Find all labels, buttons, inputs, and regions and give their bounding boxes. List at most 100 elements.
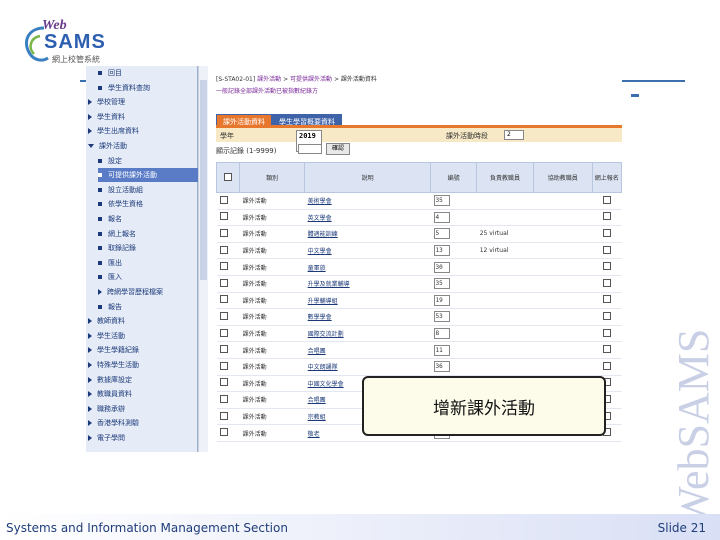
row-checkbox[interactable] [219, 228, 228, 237]
sidebar-item[interactable]: 學生學籍紀錄 [88, 343, 198, 357]
code-input[interactable]: 5 [433, 228, 450, 240]
row-checkbox[interactable] [219, 278, 228, 287]
row-checkbox[interactable] [219, 212, 228, 221]
row-online-cell [592, 358, 622, 376]
activity-link[interactable]: 體適能訓練 [308, 231, 338, 238]
row-checkbox[interactable] [219, 295, 228, 304]
code-input[interactable]: 36 [433, 361, 450, 373]
col-teacher[interactable]: 負責教職員 [476, 162, 534, 193]
activity-link[interactable]: 國際交流計劃 [308, 331, 344, 338]
sidebar-item[interactable]: 設定 [98, 154, 198, 168]
activity-link[interactable]: 宗教組 [308, 414, 326, 421]
code-input[interactable]: 4 [433, 211, 450, 223]
online-checkbox[interactable] [602, 361, 611, 370]
activity-link[interactable]: 數學學會 [308, 314, 332, 321]
online-checkbox[interactable] [602, 195, 611, 204]
row-checkbox[interactable] [219, 345, 228, 354]
activity-link[interactable]: 升學輔導組 [308, 298, 338, 305]
select-all-checkbox[interactable] [224, 172, 233, 181]
activity-link[interactable]: 合唱團 [308, 348, 326, 355]
row-checkbox[interactable] [219, 328, 228, 337]
sidebar-item[interactable]: 匯入 [98, 270, 198, 284]
activity-link[interactable]: 敬老 [308, 431, 320, 438]
sidebar-item-label: 學生學籍紀錄 [97, 346, 139, 355]
online-checkbox[interactable] [602, 328, 611, 337]
sidebar-item[interactable]: 學生出席資料 [88, 124, 198, 138]
watermark-text: WebSAMS [669, 329, 718, 528]
row-checkbox[interactable] [219, 262, 228, 271]
col-category[interactable]: 類別 [239, 162, 306, 193]
row-checkbox[interactable] [219, 428, 228, 437]
activity-link[interactable]: 童軍旅 [308, 265, 326, 272]
activity-link[interactable]: 中文朗誦隊 [308, 364, 338, 371]
activity-link[interactable]: 英文學會 [308, 215, 332, 222]
sidebar-item[interactable]: 教職員資料 [88, 387, 198, 401]
sidebar-item[interactable]: 特殊學生活動 [88, 358, 198, 372]
sidebar-item[interactable]: 依學生資格 [98, 197, 198, 211]
row-checkbox[interactable] [219, 245, 228, 254]
sidebar-item[interactable]: 回目 [98, 66, 198, 80]
sidebar-item[interactable]: 學生資料 [88, 110, 198, 124]
sidebar-item[interactable]: 學生活動 [88, 329, 198, 343]
sidebar-item[interactable]: 網上報名 [98, 227, 198, 241]
online-checkbox[interactable] [602, 311, 611, 320]
confirm-button[interactable]: 確認 [326, 143, 351, 155]
sidebar-scrollbar[interactable] [198, 66, 208, 452]
code-input[interactable]: 35 [433, 278, 450, 290]
sidebar-item-label: 匯入 [108, 273, 122, 282]
online-checkbox[interactable] [602, 228, 611, 237]
code-input[interactable]: 11 [433, 344, 450, 356]
bullet-icon [98, 217, 102, 221]
sidebar-item[interactable]: 設立活動組 [98, 183, 198, 197]
code-input[interactable]: 53 [433, 311, 450, 323]
sidebar-item[interactable]: 跨網學習歷程檔案 [98, 285, 198, 299]
sidebar-item[interactable]: 報告 [98, 300, 198, 314]
sidebar-item[interactable]: 匯出 [98, 256, 198, 270]
activity-link[interactable]: 美術學會 [308, 198, 332, 205]
col-code[interactable]: 編號 [430, 162, 478, 193]
code-input[interactable]: 13 [433, 245, 450, 257]
table-row: 課外活動 英文學會 4 [216, 209, 622, 227]
breadcrumb-activities[interactable]: 課外活動 [257, 76, 281, 83]
col-online[interactable]: 網上報名 [591, 162, 622, 193]
row-checkbox[interactable] [219, 195, 228, 204]
sidebar-item[interactable]: 取錄記錄 [98, 241, 198, 255]
activity-link[interactable]: 升學及就業輔導 [308, 281, 350, 288]
row-checkbox[interactable] [219, 361, 228, 370]
sidebar-item[interactable]: 學生資料查詢 [98, 81, 198, 95]
code-input[interactable]: 35 [433, 195, 450, 207]
sidebar-item[interactable]: 教師資料 [88, 314, 198, 328]
sidebar-item[interactable]: 香港學科測驗 [88, 416, 198, 430]
online-checkbox[interactable] [602, 278, 611, 287]
sidebar-item[interactable]: 職務承辦 [88, 402, 198, 416]
row-checkbox[interactable] [219, 378, 228, 387]
activity-link[interactable]: 中國文化學會 [308, 381, 344, 388]
sidebar-item[interactable]: 電子學問 [88, 431, 198, 445]
online-checkbox[interactable] [602, 212, 611, 221]
online-checkbox[interactable] [602, 245, 611, 254]
code-input[interactable]: 30 [433, 261, 450, 273]
breadcrumb-available[interactable]: 可提供課外活動 [290, 76, 332, 83]
screen-code: [S-STA02-01] [216, 76, 256, 83]
online-checkbox[interactable] [602, 262, 611, 271]
records-input[interactable] [298, 144, 322, 154]
col-assistant[interactable]: 協助教職員 [532, 162, 593, 193]
row-desc-cell: 英文學會 [304, 209, 431, 227]
code-input[interactable]: 19 [433, 294, 450, 306]
scrollbar-thumb[interactable] [200, 80, 207, 280]
sidebar-item[interactable]: 學校管理 [88, 95, 198, 109]
col-desc[interactable]: 說明 [304, 162, 432, 193]
row-checkbox[interactable] [219, 411, 228, 420]
online-checkbox[interactable] [602, 295, 611, 304]
code-input[interactable]: 8 [433, 328, 450, 340]
sidebar-item[interactable]: 可提供課外活動 [98, 168, 198, 183]
row-checkbox[interactable] [219, 311, 228, 320]
period-select[interactable]: 2 [504, 130, 524, 140]
sidebar-item[interactable]: 報名 [98, 212, 198, 226]
sidebar-item[interactable]: 課外活動 [88, 139, 198, 153]
activity-link[interactable]: 合唱團 [308, 397, 326, 404]
sidebar-item[interactable]: 數據庫設定 [88, 373, 198, 387]
online-checkbox[interactable] [602, 345, 611, 354]
row-checkbox[interactable] [219, 394, 228, 403]
activity-link[interactable]: 中文學會 [308, 248, 332, 255]
